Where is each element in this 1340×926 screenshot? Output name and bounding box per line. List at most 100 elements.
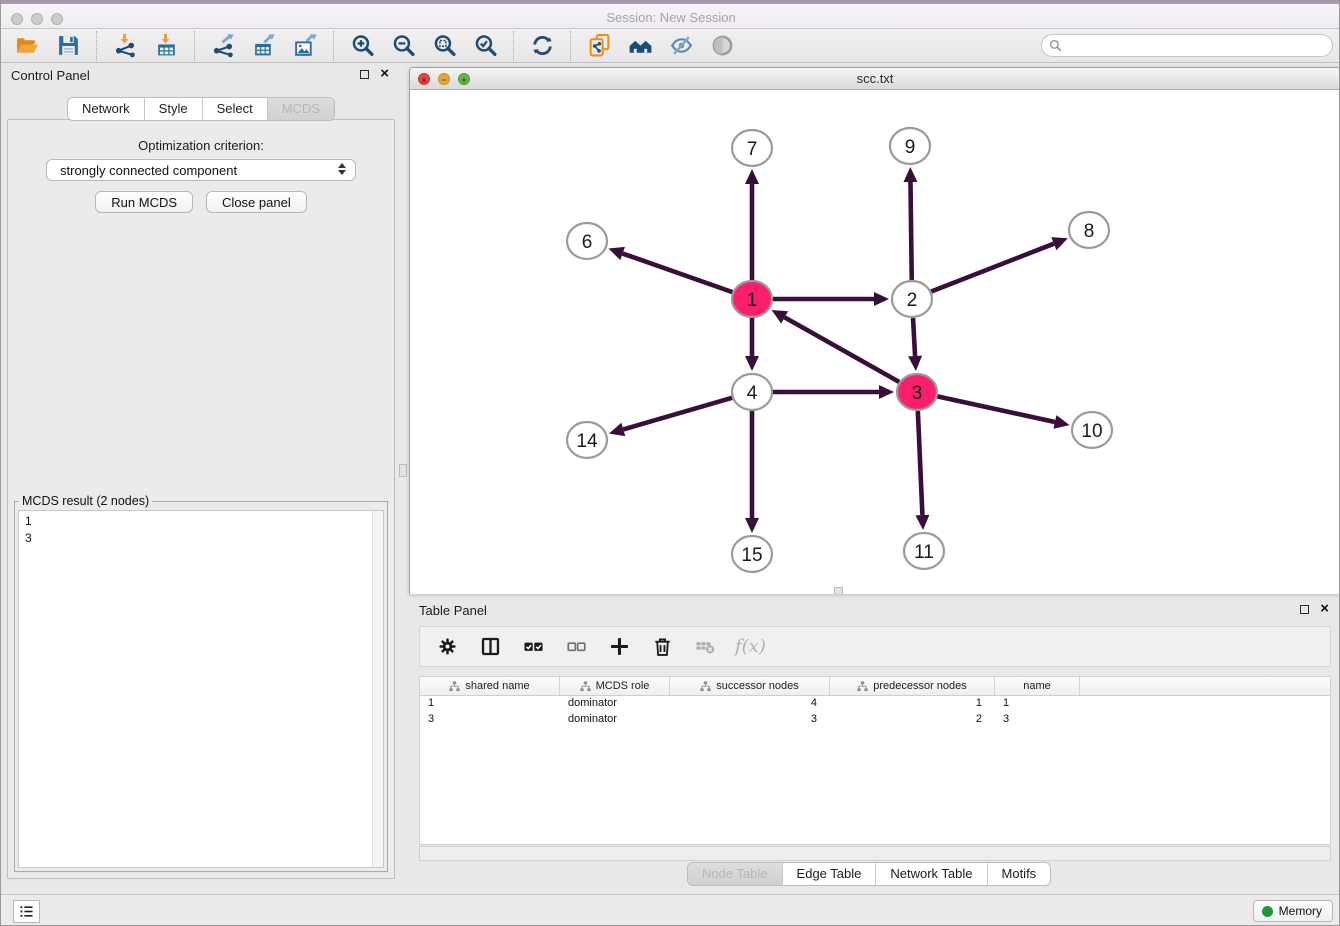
- tab-node-table[interactable]: Node Table: [688, 863, 782, 885]
- graph-edge-2-3[interactable]: [908, 318, 922, 371]
- export-network-button[interactable]: [205, 31, 241, 61]
- graph-edge-4-3[interactable]: [773, 385, 894, 399]
- graph-edge-4-14[interactable]: [609, 398, 732, 436]
- result-scrollbar[interactable]: [372, 511, 383, 867]
- horizontal-splitter-handle[interactable]: [834, 587, 843, 594]
- float-panel-icon[interactable]: [360, 70, 369, 79]
- graph-node-1[interactable]: 1: [732, 281, 772, 317]
- zoom-in-button[interactable]: [344, 31, 380, 61]
- deselect-all-button[interactable]: [563, 634, 589, 660]
- cell-mcds-role[interactable]: dominator: [560, 712, 670, 728]
- vertical-splitter-handle[interactable]: [399, 464, 407, 477]
- column-header-mcds-role[interactable]: MCDS role: [560, 677, 670, 695]
- graph-edge-2-8[interactable]: [931, 237, 1068, 291]
- export-image-button[interactable]: [287, 31, 323, 61]
- graph-edge-1-6[interactable]: [608, 247, 732, 292]
- column-header-name[interactable]: name: [995, 677, 1080, 695]
- refresh-icon: [530, 33, 555, 58]
- graph-node-11[interactable]: 11: [904, 533, 944, 569]
- import-table-button[interactable]: [148, 31, 184, 61]
- tab-select[interactable]: Select: [202, 98, 267, 120]
- cell-successor-nodes[interactable]: 4: [670, 696, 830, 712]
- table-row[interactable]: 3 dominator 3 2 3: [420, 712, 1330, 728]
- zoom-selected-icon: [473, 33, 498, 58]
- show-task-history-button[interactable]: [13, 900, 40, 923]
- criterion-dropdown[interactable]: strongly connected component: [46, 159, 356, 181]
- zoom-selected-button[interactable]: [467, 31, 503, 61]
- main-toolbar: [1, 29, 1340, 63]
- first-neighbors-button[interactable]: [622, 31, 658, 61]
- cell-name[interactable]: 3: [995, 712, 1080, 728]
- graph-edge-3-11[interactable]: [915, 411, 929, 530]
- export-table-button[interactable]: [246, 31, 282, 61]
- svg-text:14: 14: [576, 431, 598, 452]
- graph-edge-2-9[interactable]: [903, 167, 917, 280]
- graph-node-15[interactable]: 15: [732, 536, 772, 572]
- graph-node-14[interactable]: 14: [567, 422, 607, 458]
- graph-node-3[interactable]: 3: [897, 374, 937, 410]
- graph-node-6[interactable]: 6: [567, 223, 607, 259]
- float-table-panel-icon[interactable]: [1300, 605, 1309, 614]
- mcds-result-text[interactable]: 1 3: [18, 510, 384, 868]
- cell-shared-name[interactable]: 3: [420, 712, 560, 728]
- column-header-successor-nodes[interactable]: successor nodes: [670, 677, 830, 695]
- show-graphics-details-button[interactable]: [704, 31, 740, 61]
- select-all-button[interactable]: [520, 634, 546, 660]
- zoom-out-button[interactable]: [385, 31, 421, 61]
- run-mcds-button[interactable]: Run MCDS: [95, 191, 193, 213]
- duplicate-network-icon: [587, 33, 612, 58]
- svg-text:10: 10: [1081, 421, 1102, 442]
- graph-node-7[interactable]: 7: [732, 130, 772, 166]
- column-header-predecessor-nodes[interactable]: predecessor nodes: [830, 677, 995, 695]
- close-table-panel-icon[interactable]: [1320, 600, 1329, 618]
- network-from-selection-button[interactable]: [581, 31, 617, 61]
- graph-edge-4-15[interactable]: [745, 411, 759, 533]
- network-window-titlebar[interactable]: × − + scc.txt: [410, 68, 1340, 90]
- close-panel-button[interactable]: Close panel: [206, 191, 307, 213]
- table-options-button[interactable]: [434, 634, 460, 660]
- cell-name[interactable]: 1: [995, 696, 1080, 712]
- network-canvas[interactable]: 7 9 6 8 1 2 4 3 14 10 15 11: [410, 90, 1340, 594]
- column-header-shared-name[interactable]: shared name: [420, 677, 560, 695]
- close-panel-icon[interactable]: [380, 65, 389, 83]
- import-network-button[interactable]: [107, 31, 143, 61]
- graph-node-9[interactable]: 9: [890, 128, 930, 164]
- graph-node-10[interactable]: 10: [1072, 412, 1112, 448]
- graph-edge-3-10[interactable]: [937, 396, 1069, 428]
- graph-node-8[interactable]: 8: [1069, 212, 1109, 248]
- graph-node-4[interactable]: 4: [732, 374, 772, 410]
- graph-edge-1-4[interactable]: [745, 318, 759, 371]
- cell-successor-nodes[interactable]: 3: [670, 712, 830, 728]
- hide-graphics-details-button[interactable]: [663, 31, 699, 61]
- delete-columns-button[interactable]: [649, 634, 675, 660]
- mcds-result-title: MCDS result (2 nodes): [19, 494, 152, 508]
- function-builder-button[interactable]: f(x): [735, 636, 766, 657]
- search-input[interactable]: [1041, 34, 1333, 57]
- zoom-fit-button[interactable]: [426, 31, 462, 61]
- graph-node-2[interactable]: 2: [892, 281, 932, 317]
- cell-predecessor-nodes[interactable]: 2: [830, 712, 995, 728]
- graph-edge-1-7[interactable]: [745, 169, 759, 280]
- cell-mcds-role[interactable]: dominator: [560, 696, 670, 712]
- delete-table-button[interactable]: [692, 634, 718, 660]
- cell-predecessor-nodes[interactable]: 1: [830, 696, 995, 712]
- table-horizontal-scrollbar[interactable]: [419, 846, 1331, 861]
- export-image-icon: [293, 33, 318, 58]
- network-graph[interactable]: 7 9 6 8 1 2 4 3 14 10 15 11: [410, 90, 1340, 594]
- show-columns-button[interactable]: [477, 634, 503, 660]
- graph-edge-3-1[interactable]: [772, 310, 900, 382]
- tab-network-table[interactable]: Network Table: [875, 863, 986, 885]
- cell-shared-name[interactable]: 1: [420, 696, 560, 712]
- memory-button[interactable]: Memory: [1253, 900, 1333, 922]
- create-column-button[interactable]: [606, 634, 632, 660]
- tab-style[interactable]: Style: [144, 98, 202, 120]
- tab-motifs[interactable]: Motifs: [987, 863, 1051, 885]
- tab-edge-table[interactable]: Edge Table: [782, 863, 876, 885]
- tab-mcds[interactable]: MCDS: [267, 98, 334, 120]
- open-session-button[interactable]: [9, 31, 45, 61]
- apply-layout-button[interactable]: [524, 31, 560, 61]
- table-row[interactable]: 1 dominator 4 1 1: [420, 696, 1330, 712]
- tab-network[interactable]: Network: [68, 98, 144, 120]
- graph-edge-1-2[interactable]: [773, 292, 889, 306]
- save-session-button[interactable]: [50, 31, 86, 61]
